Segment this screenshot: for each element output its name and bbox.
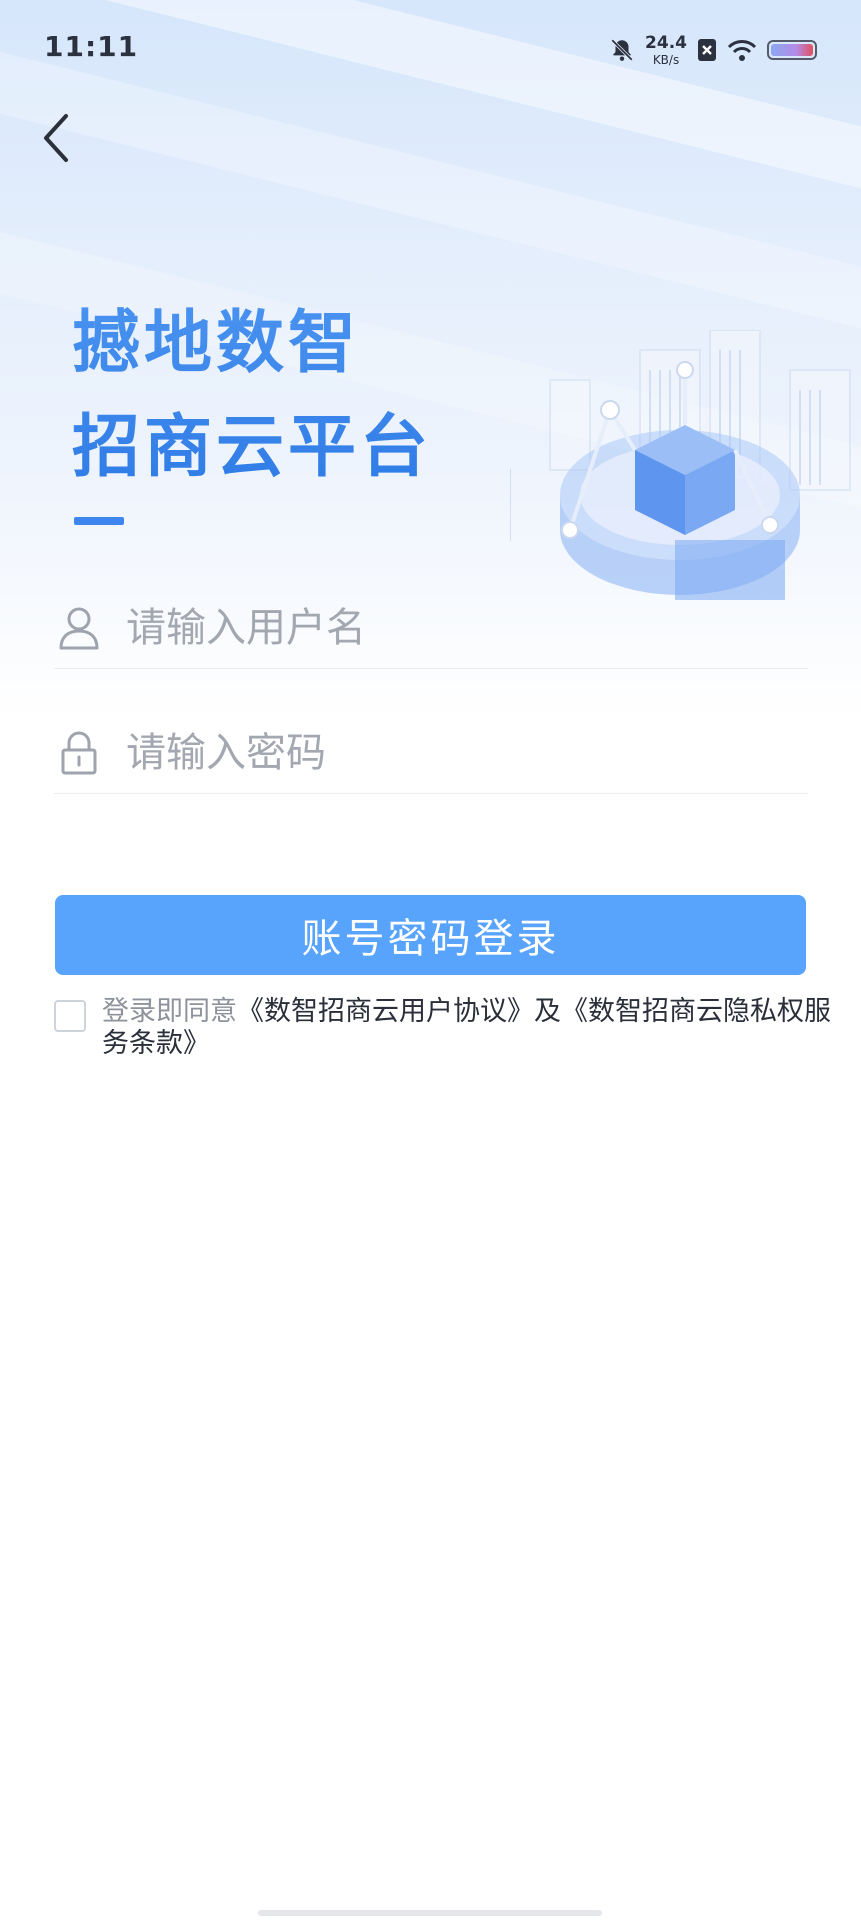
user-agreement-link[interactable]: 《数智招商云用户协议》 [237,996,534,1027]
chevron-left-icon [38,110,78,166]
battery-icon [767,40,817,60]
status-bar: 11:11 24.4 KB/s [0,0,861,100]
agreement-conjunction: 及 [534,996,561,1027]
user-icon [56,605,102,651]
status-icons: 24.4 KB/s [609,32,817,68]
network-speed-value: 24.4 [645,35,687,52]
bell-off-icon [609,37,635,63]
page-title: 撼地数智 招商云平台 [72,292,432,500]
title-line-1: 撼地数智 [72,292,432,396]
title-line-2: 招商云平台 [72,396,432,500]
login-button[interactable]: 账号密码登录 [55,895,806,975]
password-field [54,713,808,794]
agreement-text: 登录即同意《数智招商云用户协议》及《数智招商云隐私权服务条款》 [102,996,842,1060]
network-speed-unit: KB/s [653,54,679,66]
back-button[interactable] [38,110,78,166]
network-speed: 24.4 KB/s [645,35,687,66]
title-underline [74,517,124,525]
username-input[interactable] [126,605,726,651]
status-time: 11:11 [44,30,138,63]
agreement-prefix: 登录即同意 [102,996,237,1027]
username-field [54,588,808,669]
wifi-icon [727,38,757,62]
sim-blocked-icon [697,38,717,62]
lock-icon [56,730,102,776]
agreement-checkbox[interactable] [54,1000,86,1032]
home-indicator[interactable] [258,1910,602,1916]
password-input[interactable] [126,730,726,776]
